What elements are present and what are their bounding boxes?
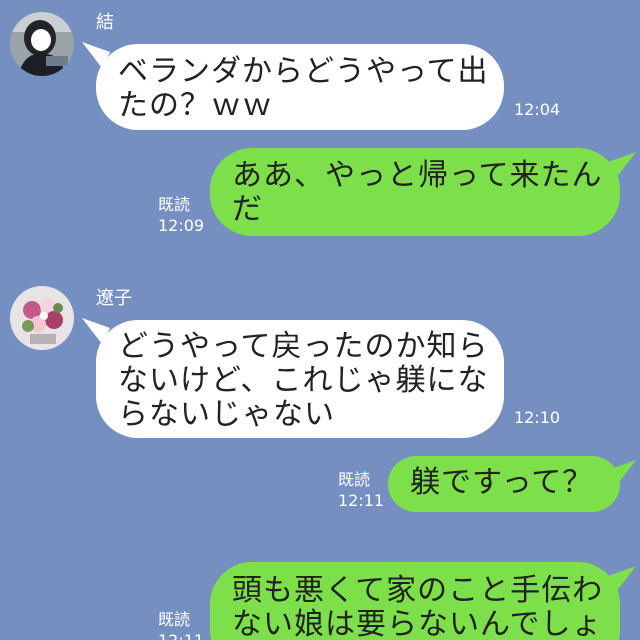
message-bubble[interactable]: 躾ですって？ (388, 456, 620, 512)
message-bubble[interactable]: ああ、やっと帰って来たん だ (210, 148, 620, 236)
message-text: 頭も悪くて家のこと手伝わ (232, 573, 604, 608)
bubble-tail (608, 460, 636, 486)
timestamp: 12:09 (158, 216, 205, 235)
message-text: ベランダからどうやって出 (118, 54, 489, 89)
bubble-tail (608, 152, 636, 178)
message-text: たの？ｗｗ (118, 88, 273, 123)
read-label: 既読 (338, 470, 371, 489)
avatar-photo-girl-icon (10, 12, 74, 76)
message-text: 躾ですって？ (410, 465, 594, 500)
message-text: だ (232, 192, 263, 227)
message-time: 12:10 (514, 407, 560, 428)
bubble-tail (608, 566, 636, 592)
avatar-photo-flowers-icon (10, 286, 74, 350)
timestamp: 12:11 (158, 630, 204, 640)
sender-name: 結 (96, 12, 114, 33)
chat-log[interactable]: 結 ベランダからどうやって出 たの？ｗｗ 12:04 既読 12:09 ああ、や… (0, 0, 640, 640)
message-bubble[interactable]: ベランダからどうやって出 たの？ｗｗ (96, 44, 504, 130)
message-bubble[interactable]: どうやって戻ったのか知ら ないけど、これじゃ躾にな らないじゃない (96, 320, 504, 438)
message-text: どうやって戻ったのか知ら (118, 329, 489, 364)
read-receipt: 既読 12:11 (338, 469, 384, 511)
message-text: ない娘は要らないんでしょ (232, 607, 603, 640)
sender-name: 遼子 (96, 288, 132, 309)
message-bubble[interactable]: 頭も悪くて家のこと手伝わ ない娘は要らないんでしょ (210, 562, 620, 640)
timestamp: 12:11 (338, 491, 385, 510)
timestamp: 12:10 (514, 408, 561, 427)
message-text: らないじゃない (118, 397, 335, 432)
avatar[interactable] (10, 286, 74, 350)
timestamp: 12:04 (514, 100, 561, 119)
message-text: ああ、やっと帰って来たん (232, 158, 603, 193)
message-time: 12:04 (514, 99, 560, 120)
message-text: ないけど、これじゃ躾にな (118, 363, 489, 398)
read-receipt: 既読 12:11 (158, 609, 204, 640)
read-receipt: 既読 12:09 (158, 194, 204, 236)
read-label: 既読 (158, 195, 191, 214)
read-label: 既読 (158, 610, 191, 629)
avatar[interactable] (10, 12, 74, 76)
